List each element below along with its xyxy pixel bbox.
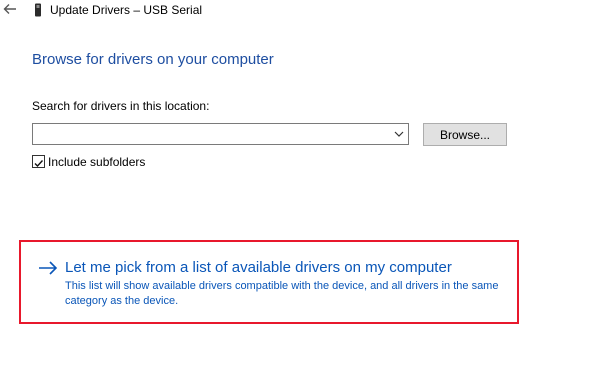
browse-button[interactable]: Browse... xyxy=(423,123,507,146)
usb-device-icon xyxy=(33,3,43,17)
chevron-down-icon[interactable] xyxy=(392,127,406,141)
pick-from-list-link[interactable]: Let me pick from a list of available dri… xyxy=(38,258,508,314)
search-location-label: Search for drivers in this location: xyxy=(32,99,210,113)
back-arrow-icon[interactable] xyxy=(3,2,17,16)
window-title: Update Drivers – USB Serial xyxy=(50,3,203,17)
pick-from-list-description: This list will show available drivers co… xyxy=(65,280,499,307)
title-bar: Update Drivers – USB Serial xyxy=(0,0,601,22)
include-subfolders-label: Include subfolders xyxy=(48,155,146,169)
pick-from-list-title[interactable]: Let me pick from a list of available dri… xyxy=(65,258,452,278)
arrow-right-icon xyxy=(38,259,58,277)
page-heading: Browse for drivers on your computer xyxy=(32,51,274,68)
search-location-combobox[interactable] xyxy=(32,123,409,145)
include-subfolders-checkbox[interactable] xyxy=(32,155,45,168)
checkmark-icon xyxy=(34,160,44,168)
